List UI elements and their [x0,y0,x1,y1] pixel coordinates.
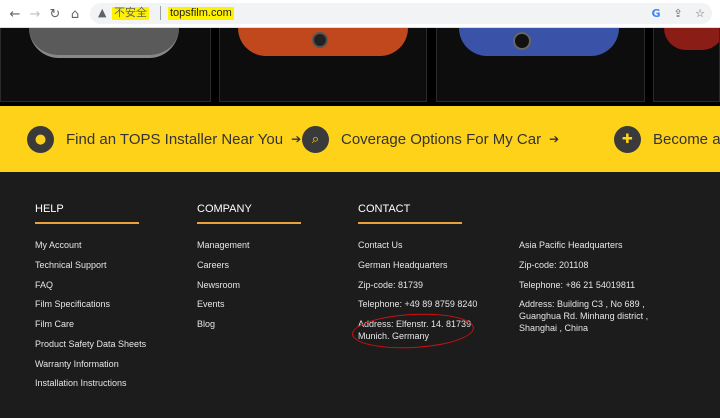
german-zip: Zip-code: 81739 [358,280,424,290]
arrow-right-icon: ➔ [549,132,560,146]
help-heading: HELP [35,203,64,215]
asia-address-line1: Address: Building C3 , No 689 , [519,299,645,309]
contact-underline [358,222,462,224]
company-heading: COMPANY [197,203,252,215]
forward-icon[interactable]: → [26,5,44,23]
company-underline [197,222,301,224]
insecure-label[interactable]: 不安全 [112,7,149,20]
browser-toolbar: ← → ↻ ⌂ ▲ 不安全 topsfilm.com G ⇪ ☆ [0,0,720,28]
german-hq-label: German Headquarters [358,260,448,270]
home-icon[interactable]: ⌂ [66,5,84,23]
link-blog[interactable]: Blog [197,319,215,329]
asia-address-line3: Shanghai , China [519,323,589,333]
bookmark-star-icon[interactable]: ☆ [692,5,708,21]
back-icon[interactable]: ← [6,5,24,23]
car-image-silver[interactable] [0,28,211,102]
link-contact-us[interactable]: Contact Us [358,240,403,250]
link-faq[interactable]: FAQ [35,280,53,290]
coverage-options-label: Coverage Options For My Car [341,130,542,148]
car-image-red[interactable] [653,28,720,102]
url-separator [160,6,161,20]
link-product-safety-sheets[interactable]: Product Safety Data Sheets [35,339,146,349]
link-film-care[interactable]: Film Care [35,319,74,329]
car-image-blue[interactable] [436,28,645,102]
asia-phone: Telephone: +86 21 54019811 [519,280,636,290]
address-bar[interactable]: ▲ 不安全 topsfilm.com G ⇪ ☆ [90,3,712,24]
reload-icon[interactable]: ↻ [46,5,64,23]
find-installer-link[interactable]: ● Find an TOPS Installer Near You ➔ [27,106,301,172]
add-user-icon: ✚ [614,125,641,153]
link-film-specifications[interactable]: Film Specifications [35,299,110,309]
warning-icon[interactable]: ▲ [98,6,106,19]
site-footer: HELP My Account Technical Support FAQ Fi… [0,172,720,418]
cta-banner: ● Find an TOPS Installer Near You ➔ ⌕ Co… [0,106,720,172]
link-events[interactable]: Events [197,299,225,309]
search-icon: ⌕ [302,125,329,153]
link-careers[interactable]: Careers [197,260,229,270]
link-warranty-information[interactable]: Warranty Information [35,359,119,369]
link-my-account[interactable]: My Account [35,240,82,250]
car-image-orange[interactable] [219,28,427,102]
asia-hq-label: Asia Pacific Headquarters [519,240,623,250]
contact-heading: CONTACT [358,203,411,215]
link-installation-instructions[interactable]: Installation Instructions [35,378,127,388]
location-pin-icon: ● [27,125,54,153]
link-newsroom[interactable]: Newsroom [197,280,240,290]
google-icon[interactable]: G [648,5,664,21]
become-dealer-link[interactable]: ✚ Become a [614,106,720,172]
german-phone: Telephone: +49 89 8759 8240 [358,299,478,309]
link-management[interactable]: Management [197,240,250,250]
asia-zip: Zip-code: 201108 [519,260,589,270]
become-dealer-label: Become a [653,130,720,148]
share-icon[interactable]: ⇪ [670,5,686,21]
car-gallery [0,28,720,106]
find-installer-label: Find an TOPS Installer Near You [66,130,284,148]
arrow-right-icon: ➔ [291,132,302,146]
asia-address-line2: Guanghua Rd. Minhang district , [519,311,649,321]
url-text[interactable]: topsfilm.com [168,7,234,20]
coverage-options-link[interactable]: ⌕ Coverage Options For My Car ➔ [302,106,559,172]
link-technical-support[interactable]: Technical Support [35,260,107,270]
help-underline [35,222,139,224]
